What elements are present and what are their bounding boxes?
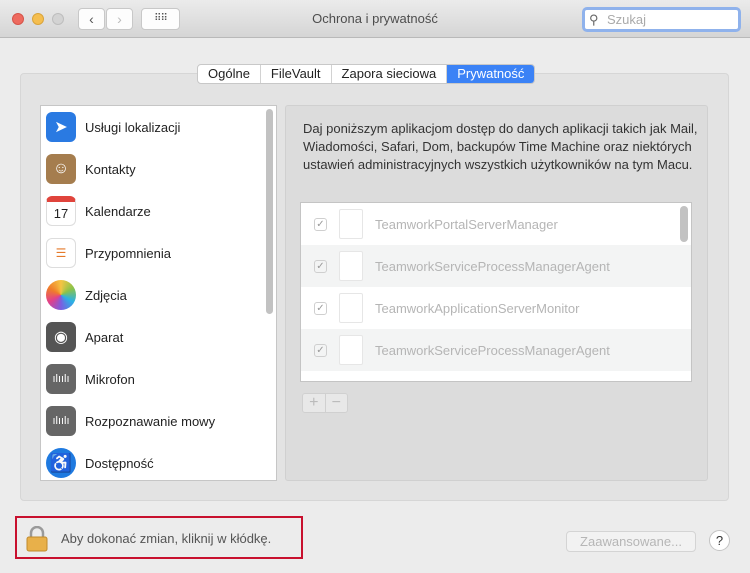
document-icon (339, 209, 363, 239)
advanced-button[interactable]: Zaawansowane... (566, 531, 696, 552)
help-button[interactable]: ? (709, 530, 730, 551)
document-icon (339, 251, 363, 281)
tab-firewall[interactable]: Zapora sieciowa (332, 65, 448, 83)
sidebar-item-label: Mikrofon (85, 371, 135, 387)
contacts-icon: ☺ (46, 154, 76, 184)
search-placeholder: Szukaj (607, 12, 647, 27)
accessibility-icon: ♿ (46, 448, 76, 478)
panel-description: Daj poniższym aplikacjom dostęp do danyc… (303, 121, 698, 172)
app-name: TeamworkServiceProcessManagerAgent (375, 342, 610, 358)
app-name: TeamworkServiceProcessManagerAgent (375, 258, 610, 274)
speech-recognition-icon: ılıılı (46, 406, 76, 436)
table-row[interactable]: ✓ TeamworkServiceProcessManagerAgent (301, 329, 691, 371)
photos-icon (46, 280, 76, 310)
sidebar-item-accessibility[interactable]: ♿ Dostępność (41, 442, 276, 480)
document-icon (339, 335, 363, 365)
sidebar-item-contacts[interactable]: ☺ Kontakty (41, 148, 276, 190)
table-row[interactable]: ✓ TeamworkApplicationServerMonitor (301, 287, 691, 329)
microphone-icon: ılıılı (46, 364, 76, 394)
calendar-icon: 17 (46, 196, 76, 226)
sidebar-item-label: Zdjęcia (85, 287, 127, 303)
sidebar-item-speech-recognition[interactable]: ılıılı Rozpoznawanie mowy (41, 400, 276, 442)
sidebar-item-camera[interactable]: ◉ Aparat (41, 316, 276, 358)
privacy-category-list: ➤ Usługi lokalizacji ☺ Kontakty 17 Kalendar… (40, 105, 277, 481)
tab-filevault[interactable]: FileVault (261, 65, 332, 83)
app-name: TeamworkApplicationServerMonitor (375, 300, 580, 316)
app-checkbox[interactable]: ✓ (314, 217, 327, 231)
sidebar-item-photos[interactable]: Zdjęcia (41, 274, 276, 316)
document-icon (339, 293, 363, 323)
privacy-detail-panel: Daj poniższym aplikacjom dostęp do danyc… (285, 105, 708, 481)
sidebar-item-label: Dostępność (85, 455, 154, 471)
add-remove-control: + − (302, 393, 348, 413)
search-input[interactable]: ⚲ Szukaj (582, 7, 741, 32)
tab-general[interactable]: Ogólne (198, 65, 261, 83)
title-bar: ‹ › ⠿⠿ Ochrona i prywatność ⚲ Szukaj (0, 0, 750, 38)
table-row[interactable]: ✓ TeamworkServiceProcessManagerAgent (301, 245, 691, 287)
sidebar-item-label: Rozpoznawanie mowy (85, 413, 216, 429)
add-button[interactable]: + (303, 394, 326, 412)
app-checkbox[interactable]: ✓ (314, 301, 327, 315)
apps-table: ✓ TeamworkPortalServerManager ✓ TeamworkSe… (300, 202, 692, 382)
lock-area[interactable]: Aby dokonać zmian, kliknij w kłódkę. (15, 516, 303, 559)
lock-icon[interactable] (26, 526, 48, 552)
table-row[interactable]: ✓ TeamworkPortalServerManager (301, 203, 691, 245)
app-checkbox[interactable]: ✓ (314, 259, 327, 273)
tab-bar: Ogólne FileVault Zapora sieciowa Prywatn… (197, 64, 536, 84)
table-scrollbar[interactable] (680, 206, 688, 242)
sidebar-item-microphone[interactable]: ılıılı Mikrofon (41, 358, 276, 400)
sidebar-item-reminders[interactable]: ☰ Przypomnienia (41, 232, 276, 274)
sidebar-item-label: Usługi lokalizacji (85, 119, 181, 135)
sidebar-item-label: Kalendarze (85, 203, 151, 219)
lock-text: Aby dokonać zmian, kliknij w kłódkę. (61, 531, 272, 546)
location-icon: ➤ (46, 112, 76, 142)
sidebar-item-calendars[interactable]: 17 Kalendarze (41, 190, 276, 232)
sidebar-item-location[interactable]: ➤ Usługi lokalizacji (41, 106, 276, 148)
list-scrollbar[interactable] (266, 109, 273, 314)
sidebar-item-label: Kontakty (85, 161, 136, 177)
sidebar-item-label: Przypomnienia (85, 245, 171, 261)
remove-button[interactable]: − (326, 394, 348, 412)
app-name: TeamworkPortalServerManager (375, 216, 558, 232)
tab-privacy[interactable]: Prywatność (447, 65, 535, 83)
search-icon: ⚲ (589, 12, 599, 27)
sidebar-item-label: Aparat (85, 329, 124, 345)
app-checkbox[interactable]: ✓ (314, 343, 327, 357)
camera-icon: ◉ (46, 322, 76, 352)
reminders-icon: ☰ (46, 238, 76, 268)
